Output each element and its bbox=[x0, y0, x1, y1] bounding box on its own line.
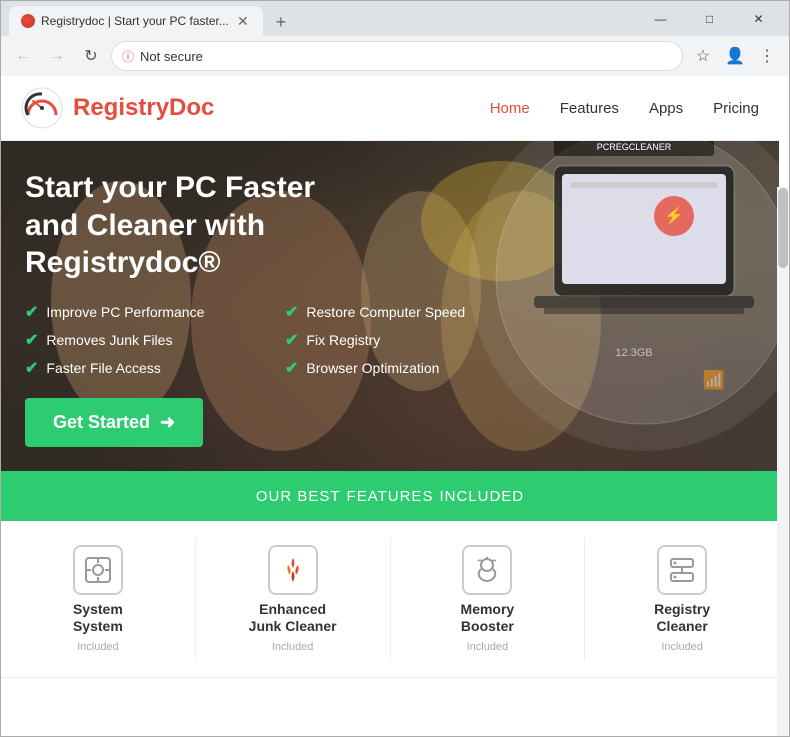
menu-button[interactable]: ⋮ bbox=[753, 42, 781, 70]
get-started-label: Get Started bbox=[53, 412, 150, 433]
feature-label: Removes Junk Files bbox=[46, 332, 172, 348]
logo-text: RegistryDoc bbox=[73, 94, 214, 122]
get-started-arrow: ➜ bbox=[160, 412, 175, 433]
nav-link-features[interactable]: Features bbox=[560, 100, 619, 117]
features-bar-prefix: OUR BEST bbox=[256, 488, 341, 505]
site-nav: RegistryDoc Home Features Apps Pricing bbox=[1, 76, 779, 141]
nav-link-home[interactable]: Home bbox=[490, 100, 530, 117]
junk-sub: Included bbox=[272, 641, 314, 653]
registry-sub: Included bbox=[661, 641, 703, 653]
profile-button[interactable]: 👤 bbox=[721, 42, 749, 70]
feature-label: Faster File Access bbox=[46, 360, 160, 376]
feature-remove-junk: ✔ Removes Junk Files bbox=[25, 330, 265, 350]
tab-close-button[interactable]: ✕ bbox=[235, 13, 251, 29]
system-sub: Included bbox=[77, 641, 119, 653]
back-button[interactable]: ← bbox=[9, 42, 37, 70]
logo-area: RegistryDoc bbox=[21, 87, 490, 129]
memory-sub: Included bbox=[467, 641, 509, 653]
feature-col-system: SystemSystem Included bbox=[1, 537, 196, 661]
feature-restore-speed: ✔ Restore Computer Speed bbox=[285, 302, 525, 322]
address-bar-actions: ☆ 👤 ⋮ bbox=[689, 42, 781, 70]
check-icon: ✔ bbox=[285, 302, 298, 322]
hero-features-list: ✔ Improve PC Performance ✔ Restore Compu… bbox=[25, 302, 525, 378]
system-title: SystemSystem bbox=[73, 601, 123, 635]
features-bar-suffix: INCLUDED bbox=[439, 488, 524, 505]
address-bar-row: ← → ↻ ⓘ Not secure ☆ 👤 ⋮ bbox=[1, 36, 789, 76]
close-button[interactable]: ✕ bbox=[736, 1, 781, 36]
content-area: RegistryDoc Home Features Apps Pricing bbox=[1, 76, 789, 736]
title-bar: Registrydoc | Start your PC faster... ✕ … bbox=[1, 1, 789, 36]
address-bar[interactable]: ⓘ Not secure bbox=[111, 41, 683, 71]
address-text: Not secure bbox=[140, 49, 672, 64]
registry-title: RegistryCleaner bbox=[654, 601, 710, 635]
minimize-button[interactable]: — bbox=[638, 1, 683, 36]
features-bar: OUR BEST FEATURES INCLUDED bbox=[1, 471, 779, 521]
reload-button[interactable]: ↻ bbox=[77, 42, 105, 70]
nav-links: Home Features Apps Pricing bbox=[490, 100, 759, 117]
new-tab-button[interactable]: + bbox=[267, 8, 295, 36]
features-bar-highlight: FEATURES bbox=[347, 488, 434, 505]
junk-title: EnhancedJunk Cleaner bbox=[249, 601, 337, 635]
memory-icon bbox=[462, 545, 512, 595]
feature-label: Browser Optimization bbox=[306, 360, 439, 376]
registry-icon bbox=[657, 545, 707, 595]
feature-faster-access: ✔ Faster File Access bbox=[25, 358, 265, 378]
feature-browser-opt: ✔ Browser Optimization bbox=[285, 358, 525, 378]
check-icon: ✔ bbox=[285, 358, 298, 378]
hero-section: PCREGCLEANER ⚡ bbox=[1, 141, 779, 471]
browser-wrapper: Registrydoc | Start your PC faster... ✕ … bbox=[0, 0, 790, 737]
feature-label: Fix Registry bbox=[306, 332, 380, 348]
tab-favicon bbox=[21, 14, 35, 28]
feature-label: Restore Computer Speed bbox=[306, 304, 465, 320]
logo-registry: Registry bbox=[73, 94, 169, 121]
check-icon: ✔ bbox=[25, 330, 38, 350]
browser-tab[interactable]: Registrydoc | Start your PC faster... ✕ bbox=[9, 6, 263, 36]
maximize-button[interactable]: □ bbox=[687, 1, 732, 36]
logo-doc: Doc bbox=[169, 94, 214, 121]
check-icon: ✔ bbox=[285, 330, 298, 350]
feature-label: Improve PC Performance bbox=[46, 304, 204, 320]
get-started-button[interactable]: Get Started ➜ bbox=[25, 398, 203, 447]
amazing-section: Amazing Features, Great Results bbox=[1, 678, 779, 702]
browser-window: Registrydoc | Start your PC faster... ✕ … bbox=[0, 0, 790, 737]
memory-title: MemoryBooster bbox=[461, 601, 515, 635]
check-icon: ✔ bbox=[25, 302, 38, 322]
hero-title: Start your PC Faster and Cleaner with Re… bbox=[25, 169, 365, 282]
website: RegistryDoc Home Features Apps Pricing bbox=[1, 76, 779, 702]
feature-col-junk: EnhancedJunk Cleaner Included bbox=[196, 537, 391, 661]
feature-improve-pc: ✔ Improve PC Performance bbox=[25, 302, 265, 322]
hero-content: Start your PC Faster and Cleaner with Re… bbox=[1, 141, 779, 447]
window-controls: — □ ✕ bbox=[638, 1, 781, 36]
features-strip: SystemSystem Included Enhanced bbox=[1, 521, 779, 678]
lock-icon: ⓘ bbox=[122, 48, 134, 65]
logo-icon bbox=[21, 87, 63, 129]
scrollbar-thumb[interactable] bbox=[778, 188, 788, 268]
nav-link-pricing[interactable]: Pricing bbox=[713, 100, 759, 117]
tab-title: Registrydoc | Start your PC faster... bbox=[41, 14, 229, 28]
check-icon: ✔ bbox=[25, 358, 38, 378]
forward-button[interactable]: → bbox=[43, 42, 71, 70]
junk-icon bbox=[268, 545, 318, 595]
feature-fix-registry: ✔ Fix Registry bbox=[285, 330, 525, 350]
bookmark-button[interactable]: ☆ bbox=[689, 42, 717, 70]
feature-col-memory: MemoryBooster Included bbox=[391, 537, 586, 661]
feature-col-registry: RegistryCleaner Included bbox=[585, 537, 779, 661]
nav-link-apps[interactable]: Apps bbox=[649, 100, 683, 117]
system-icon bbox=[73, 545, 123, 595]
